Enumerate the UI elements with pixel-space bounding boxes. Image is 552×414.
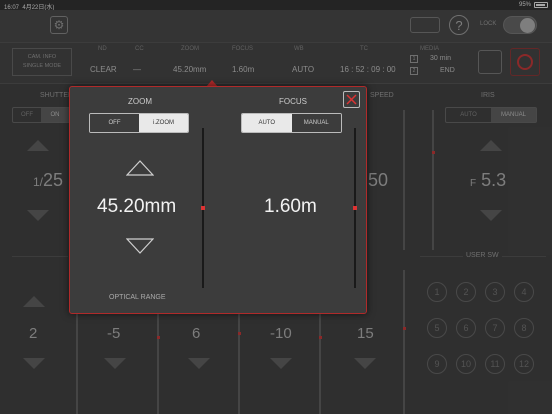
focus-manual-button[interactable]: MANUAL [291,114,341,132]
close-button[interactable] [343,91,360,108]
zoom-value-display: 45.20mm [97,196,177,217]
focus-value-display: 1.60m [264,196,317,217]
close-icon [346,94,357,105]
zoom-izoom-button[interactable]: i.ZOOM [139,114,188,132]
focus-auto-button[interactable]: AUTO [242,114,292,132]
focus-mode-seg[interactable]: AUTO MANUAL [241,113,342,133]
zoom-off-button[interactable]: OFF [90,114,139,132]
zoom-up-icon[interactable] [126,160,154,176]
zoom-down-icon[interactable] [126,238,154,254]
focus-slider-marker [353,206,357,210]
focus-title: FOCUS [279,97,307,106]
zoom-title: ZOOM [128,97,152,106]
optical-range-label: OPTICAL RANGE [109,294,166,301]
zoom-mode-seg[interactable]: OFF i.ZOOM [89,113,189,133]
zoom-slider-marker [201,206,205,210]
